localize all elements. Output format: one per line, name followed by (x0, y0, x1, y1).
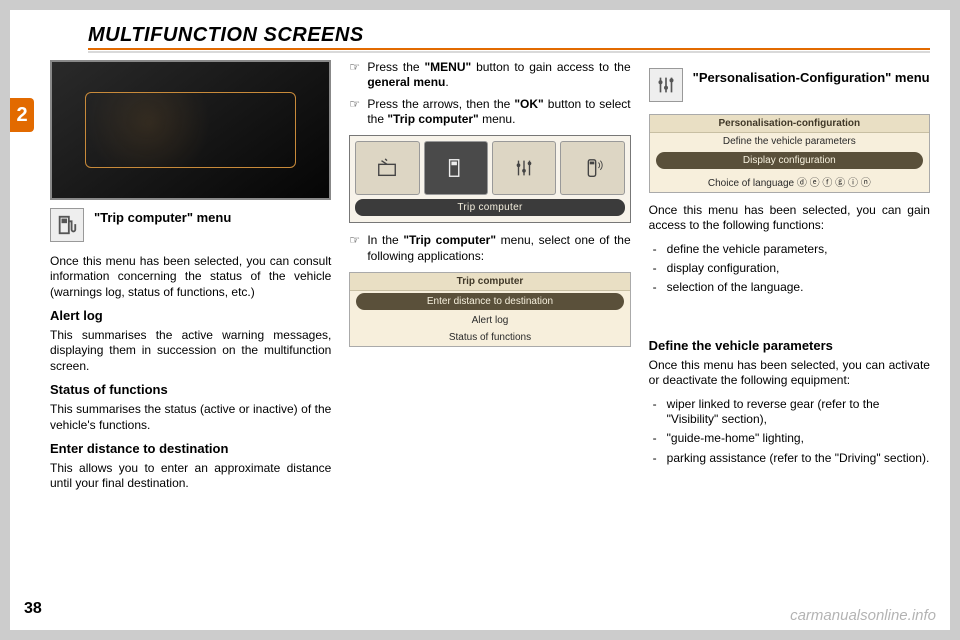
section-title: "Personalisation-Configuration" menu (693, 68, 930, 102)
menu-item: Status of functions (350, 329, 629, 346)
step-1: Press the "MENU" button to gain access t… (349, 60, 630, 91)
trip-intro-text: Once this menu has been selected, you ca… (50, 254, 331, 300)
header-rule (88, 48, 930, 50)
menu-cell-sliders-icon (492, 141, 556, 195)
section-title: "Trip computer" menu (94, 208, 231, 242)
menu-cell-trip-icon (424, 141, 488, 195)
page-header: MULTIFUNCTION SCREENS (88, 24, 950, 50)
t: Press the arrows, then the (367, 97, 514, 111)
section-personalisation-header: "Personalisation-Configuration" menu (649, 68, 930, 102)
menu-title: Personalisation-configuration (650, 115, 929, 133)
steps-list-2: In the "Trip computer" menu, select one … (349, 233, 630, 264)
status-text: This summarises the status (active or in… (50, 402, 331, 433)
menu-cell-phone-icon (560, 141, 624, 195)
column-1: "Trip computer" menu Once this menu has … (50, 60, 331, 590)
manual-page: MULTIFUNCTION SCREENS 2 "Trip computer" … (10, 10, 950, 630)
t: general menu (367, 75, 445, 89)
chapter-tab: 2 (10, 98, 34, 132)
sliders-icon (649, 68, 683, 102)
personalisation-list-menu: Personalisation-configuration Define the… (649, 114, 930, 193)
trip-computer-icon-menu: Trip computer (349, 135, 630, 223)
column-2: Press the "MENU" button to gain access t… (349, 60, 630, 590)
fuel-pump-icon (50, 208, 84, 242)
section-trip-computer-header: "Trip computer" menu (50, 208, 331, 242)
menu-item: Display configuration (656, 152, 923, 169)
t: "Trip computer" (387, 112, 478, 126)
menu-label-strip: Trip computer (355, 199, 624, 216)
content-columns: "Trip computer" menu Once this menu has … (50, 60, 930, 590)
page-title: MULTIFUNCTION SCREENS (88, 24, 950, 47)
functions-list: define the vehicle parameters, display c… (649, 242, 930, 296)
trip-computer-list-menu: Trip computer Enter distance to destinat… (349, 272, 630, 347)
menu-cell-radio-icon (355, 141, 419, 195)
define-params-heading: Define the vehicle parameters (649, 338, 930, 353)
status-heading: Status of functions (50, 382, 331, 397)
list-item: parking assistance (refer to the "Drivin… (649, 451, 930, 466)
step-2: Press the arrows, then the "OK" button t… (349, 97, 630, 128)
t: . (445, 75, 448, 89)
watermark: carmanualsonline.info (790, 607, 936, 624)
list-item: define the vehicle parameters, (649, 242, 930, 257)
spacer (649, 304, 930, 330)
page-number: 38 (24, 600, 42, 618)
distance-heading: Enter distance to destination (50, 441, 331, 456)
distance-text: This allows you to enter an approximate … (50, 461, 331, 492)
t: menu. (479, 112, 516, 126)
t: Press the (367, 60, 424, 74)
control-panel-photo (50, 60, 331, 200)
menu-item: Enter distance to destination (356, 293, 623, 310)
personalisation-intro: Once this menu has been selected, you ca… (649, 203, 930, 234)
alert-log-text: This summarises the active warning messa… (50, 328, 331, 374)
menu-item: Choice of language ⓓ ⓔ ⓕ ⓖ ⓘ ⓝ (650, 171, 929, 192)
t: button to gain access to the (471, 60, 630, 74)
menu-item: Define the vehicle parameters (650, 133, 929, 150)
header-rule-shadow (88, 51, 930, 53)
define-params-text: Once this menu has been selected, you ca… (649, 358, 930, 389)
menu-item: Alert log (350, 312, 629, 329)
t: In the (367, 233, 403, 247)
steps-list: Press the "MENU" button to gain access t… (349, 60, 630, 127)
list-item: display configuration, (649, 261, 930, 276)
list-item: wiper linked to reverse gear (refer to t… (649, 397, 930, 428)
t: "OK" (514, 97, 543, 111)
alert-log-heading: Alert log (50, 308, 331, 323)
menu-title: Trip computer (350, 273, 629, 291)
equipment-list: wiper linked to reverse gear (refer to t… (649, 397, 930, 466)
t: "Trip computer" (403, 233, 496, 247)
t: "MENU" (424, 60, 471, 74)
icon-row (355, 141, 624, 195)
column-3: "Personalisation-Configuration" menu Per… (649, 60, 930, 590)
step-3: In the "Trip computer" menu, select one … (349, 233, 630, 264)
list-item: "guide-me-home" lighting, (649, 431, 930, 446)
list-item: selection of the language. (649, 280, 930, 295)
